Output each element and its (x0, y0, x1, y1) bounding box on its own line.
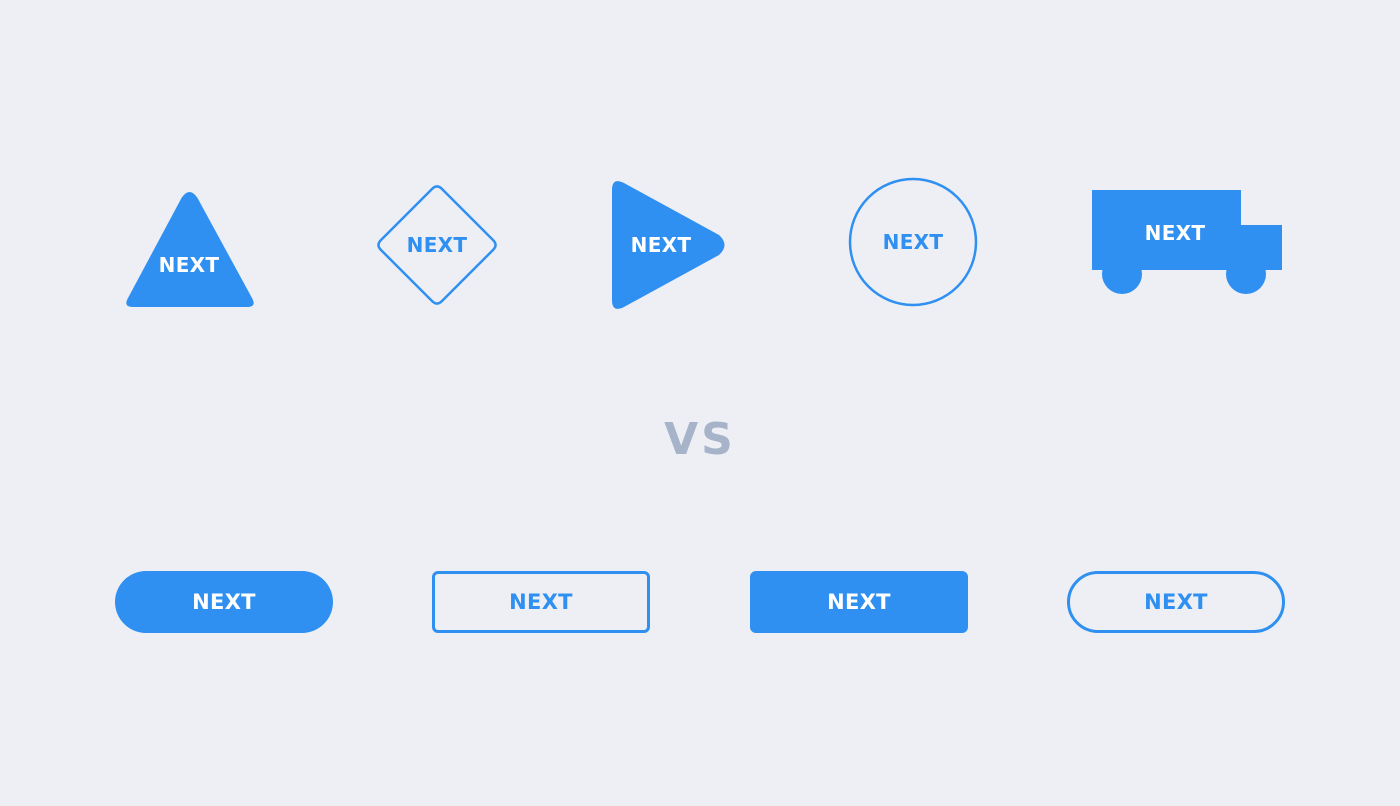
diamond-next-label: NEXT (406, 233, 468, 257)
pill-filled-next-button[interactable]: NEXT (115, 571, 333, 633)
pill-outline-next-button[interactable]: NEXT (1067, 571, 1285, 633)
triangle-shape (126, 192, 254, 307)
triangle-next-button[interactable]: NEXT (120, 188, 260, 312)
truck-next-button[interactable]: NEXT (1092, 190, 1282, 296)
truck-next-label: NEXT (1144, 221, 1206, 245)
rect-filled-next-button[interactable]: NEXT (750, 571, 968, 633)
play-arrow-next-button[interactable]: NEXT (606, 175, 732, 315)
vs-divider: VS (664, 414, 736, 465)
diamond-next-button[interactable]: NEXT (374, 182, 500, 308)
circle-next-button[interactable]: NEXT (846, 175, 980, 309)
circle-next-label: NEXT (882, 230, 944, 254)
play-arrow-next-label: NEXT (630, 233, 692, 257)
rect-outline-next-button[interactable]: NEXT (432, 571, 650, 633)
triangle-next-label: NEXT (158, 253, 220, 277)
